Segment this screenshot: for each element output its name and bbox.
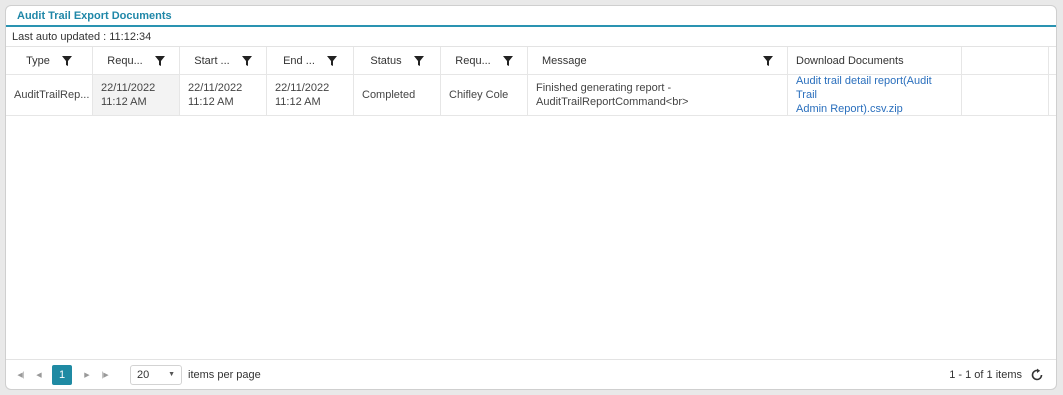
cell-requested-date: 22/11/2022 bbox=[101, 82, 156, 94]
cell-start-date: 22/11/2022 bbox=[188, 82, 243, 94]
cell-requested-by: Chifley Cole bbox=[441, 75, 528, 115]
column-header-message[interactable]: Message bbox=[528, 47, 788, 74]
chevron-down-icon: ▼ bbox=[168, 371, 175, 378]
filter-icon[interactable] bbox=[413, 55, 424, 66]
next-page-icon[interactable]: ▶ bbox=[80, 368, 94, 382]
cell-message-line1: Finished generating report - bbox=[536, 82, 672, 94]
column-header-filler bbox=[1049, 47, 1056, 74]
column-label-start: Start ... bbox=[194, 54, 230, 67]
filter-icon[interactable] bbox=[502, 55, 513, 66]
panel-title: Audit Trail Export Documents bbox=[17, 9, 172, 22]
cell-start: 22/11/2022 11:12 AM bbox=[180, 75, 267, 115]
page-size-value: 20 bbox=[137, 368, 150, 381]
column-header-type[interactable]: Type bbox=[6, 47, 93, 74]
filter-icon[interactable] bbox=[763, 55, 773, 66]
download-link-line1: Audit trail detail report(Audit Trail bbox=[796, 75, 932, 101]
cell-end: 22/11/2022 11:12 AM bbox=[267, 75, 354, 115]
cell-status: Completed bbox=[354, 75, 441, 115]
filter-icon[interactable] bbox=[154, 55, 165, 66]
page-size-select[interactable]: 20 ▼ bbox=[130, 364, 182, 385]
column-header-status[interactable]: Status bbox=[354, 47, 441, 74]
column-label-requested: Requ... bbox=[107, 54, 143, 67]
column-header-requested-by[interactable]: Requ... bbox=[441, 47, 528, 74]
grid-pager: ◀​| ◀ 1 ▶ |▶ 20 ▼ items per page 1 - 1 o… bbox=[6, 359, 1056, 389]
prev-page-icon[interactable]: ◀ bbox=[32, 368, 46, 382]
last-page-icon[interactable]: |▶ bbox=[98, 368, 112, 382]
column-header-download: Download Documents bbox=[788, 47, 962, 74]
column-header-requested[interactable]: Requ... bbox=[93, 47, 180, 74]
last-updated-text: Last auto updated : 11:12:34 bbox=[6, 27, 1056, 47]
filter-icon[interactable] bbox=[326, 55, 337, 66]
items-per-page-label: items per page bbox=[188, 368, 261, 381]
column-label-message: Message bbox=[542, 54, 587, 67]
column-label-end: End ... bbox=[283, 54, 315, 67]
cell-end-time: 11:12 AM bbox=[275, 96, 321, 108]
refresh-icon[interactable] bbox=[1030, 368, 1044, 382]
column-header-start[interactable]: Start ... bbox=[180, 47, 267, 74]
cell-requested: 22/11/2022 11:12 AM bbox=[93, 75, 180, 115]
column-label-type: Type bbox=[26, 54, 50, 67]
filter-icon[interactable] bbox=[61, 55, 72, 66]
audit-trail-panel: Audit Trail Export Documents Last auto u… bbox=[5, 5, 1057, 390]
panel-header: Audit Trail Export Documents bbox=[6, 6, 1056, 27]
page-button-current[interactable]: 1 bbox=[52, 364, 72, 385]
cell-end-date: 22/11/2022 bbox=[275, 82, 330, 94]
items-info: 1 - 1 of 1 items bbox=[949, 368, 1022, 381]
cell-type: AuditTrailRep... bbox=[6, 75, 93, 115]
documents-grid: Type Requ... Start ... End ... Status Re… bbox=[6, 47, 1056, 116]
grid-header-row: Type Requ... Start ... End ... Status Re… bbox=[6, 47, 1056, 75]
filter-icon[interactable] bbox=[241, 55, 252, 66]
download-link-line2: Admin Report).csv.zip bbox=[796, 103, 903, 115]
table-row: AuditTrailRep... 22/11/2022 11:12 AM 22/… bbox=[6, 75, 1056, 116]
cell-spacer bbox=[962, 75, 1049, 115]
cell-start-time: 11:12 AM bbox=[188, 96, 234, 108]
download-link[interactable]: Audit trail detail report(Audit Trail Ad… bbox=[796, 74, 953, 116]
cell-message-line2: AuditTrailReportCommand<br> bbox=[536, 96, 689, 108]
column-label-download: Download Documents bbox=[796, 54, 904, 67]
column-header-spacer bbox=[962, 47, 1049, 74]
cell-requested-time: 11:12 AM bbox=[101, 96, 147, 108]
column-header-end[interactable]: End ... bbox=[267, 47, 354, 74]
cell-download: Audit trail detail report(Audit Trail Ad… bbox=[788, 75, 962, 115]
first-page-icon[interactable]: ◀​| bbox=[14, 368, 28, 382]
column-label-requested-by: Requ... bbox=[455, 54, 491, 67]
cell-filler bbox=[1049, 75, 1056, 115]
column-label-status: Status bbox=[370, 54, 402, 67]
cell-message: Finished generating report - AuditTrailR… bbox=[528, 75, 788, 115]
